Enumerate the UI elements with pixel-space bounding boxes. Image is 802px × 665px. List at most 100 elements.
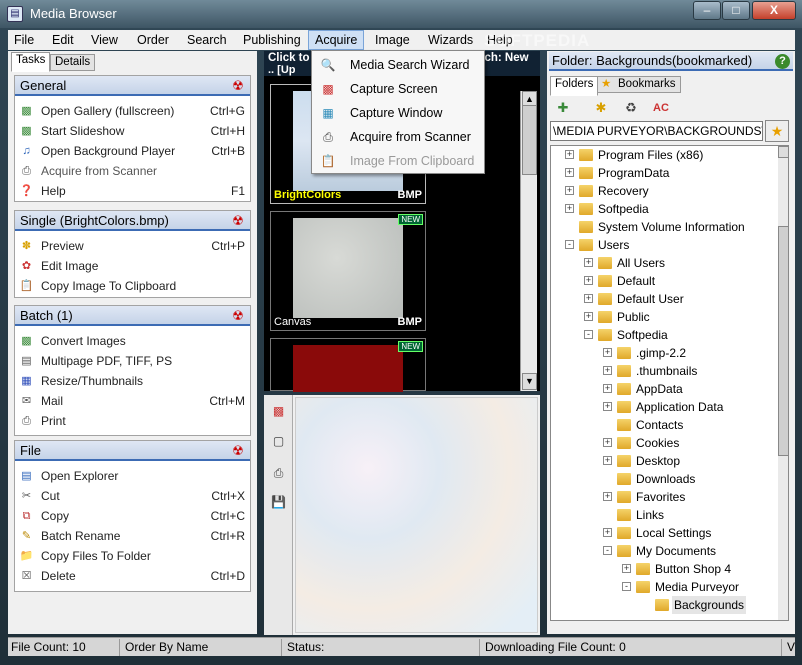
status-text: Status: bbox=[284, 639, 480, 656]
close-button[interactable]: X bbox=[752, 1, 796, 20]
expand-toggle[interactable]: - bbox=[622, 582, 631, 591]
menu-search[interactable]: Search bbox=[181, 30, 233, 50]
help-icon[interactable]: ? bbox=[775, 54, 790, 69]
title-bar[interactable]: ▤ Media Browser – □ X bbox=[0, 0, 802, 28]
expand-toggle[interactable]: + bbox=[603, 348, 612, 357]
expand-toggle[interactable]: + bbox=[584, 258, 593, 267]
copy-item[interactable]: ⧉ Copy Ctrl+C bbox=[19, 506, 247, 526]
expand-toggle[interactable]: - bbox=[584, 330, 593, 339]
mail-item[interactable]: ✉ Mail Ctrl+M bbox=[19, 391, 247, 411]
expand-toggle[interactable]: + bbox=[603, 402, 612, 411]
open-explorer-item[interactable]: ▤ Open Explorer bbox=[19, 466, 247, 486]
tab-tasks[interactable]: Tasks bbox=[11, 52, 51, 72]
expand-toggle[interactable]: + bbox=[565, 150, 574, 159]
resize-thumbnails-item[interactable]: ▦ Resize/Thumbnails bbox=[19, 371, 247, 391]
tree-node-label: All Users bbox=[617, 256, 666, 270]
collapse-icon[interactable]: ☢ bbox=[230, 443, 246, 459]
expand-toggle[interactable]: + bbox=[603, 456, 612, 465]
expand-toggle[interactable]: + bbox=[565, 168, 574, 177]
capture-screen-item[interactable]: ▩ Capture Screen bbox=[312, 77, 484, 101]
copy-to-folder-item[interactable]: 📁 Copy Files To Folder bbox=[19, 546, 247, 566]
app-icon[interactable]: ▤ bbox=[7, 6, 23, 22]
scroll-thumb[interactable] bbox=[522, 105, 537, 175]
group-title[interactable]: Single (BrightColors.bmp) bbox=[15, 211, 250, 231]
thumbnail-red[interactable]: NEW bbox=[270, 338, 426, 392]
collapse-icon[interactable]: ☢ bbox=[230, 308, 246, 324]
expand-toggle[interactable]: + bbox=[603, 528, 612, 537]
delete-item[interactable]: ☒ Delete Ctrl+D bbox=[19, 566, 247, 586]
group-title[interactable]: File bbox=[15, 441, 250, 461]
thumbnail-canvas[interactable]: NEW Canvas BMP bbox=[270, 211, 426, 331]
tab-details[interactable]: Details bbox=[50, 54, 96, 71]
open-gallery-item[interactable]: ▩ Open Gallery (fullscreen) Ctrl+G bbox=[19, 101, 247, 121]
expand-toggle[interactable]: + bbox=[584, 276, 593, 285]
batch-rename-item[interactable]: ✎ Batch Rename Ctrl+R bbox=[19, 526, 247, 546]
thumbnail-scrollbar[interactable]: ▲ ▼ bbox=[520, 91, 537, 391]
image-preview[interactable] bbox=[295, 397, 538, 633]
tab-bookmarks[interactable]: ★ Bookmarks bbox=[597, 76, 681, 93]
maximize-button[interactable]: □ bbox=[722, 1, 750, 20]
menu-edit[interactable]: Edit bbox=[46, 30, 80, 50]
collapse-icon[interactable]: ☢ bbox=[230, 213, 246, 229]
menu-image[interactable]: Image bbox=[369, 30, 416, 50]
menu-view[interactable]: View bbox=[85, 30, 124, 50]
menu-wizards[interactable]: Wizards bbox=[422, 30, 479, 50]
tab-folders[interactable]: Folders bbox=[550, 76, 599, 96]
expand-toggle[interactable]: + bbox=[603, 366, 612, 375]
multipage-item[interactable]: ▤ Multipage PDF, TIFF, PS bbox=[19, 351, 247, 371]
scroll-up-button[interactable] bbox=[778, 146, 788, 158]
background-player-item[interactable]: ♫ Open Background Player Ctrl+B bbox=[19, 141, 247, 161]
tree-node-label: Cookies bbox=[636, 436, 680, 450]
capture-window-item[interactable]: ▦ Capture Window bbox=[312, 101, 484, 125]
preview-item[interactable]: ✽ Preview Ctrl+P bbox=[19, 236, 247, 256]
copy-image-clipboard-item[interactable]: 📋 Copy Image To Clipboard bbox=[19, 276, 247, 296]
start-slideshow-item[interactable]: ▩ Start Slideshow Ctrl+H bbox=[19, 121, 247, 141]
menu-order[interactable]: Order bbox=[131, 30, 175, 50]
group-title[interactable]: General bbox=[15, 76, 250, 96]
save-icon[interactable]: 💾 bbox=[270, 494, 287, 511]
expand-toggle[interactable]: - bbox=[565, 240, 574, 249]
collapse-icon[interactable]: ☢ bbox=[230, 78, 246, 94]
expand-toggle[interactable]: + bbox=[565, 204, 574, 213]
folder-icon bbox=[617, 347, 631, 359]
expand-toggle[interactable]: + bbox=[584, 294, 593, 303]
acquire-scanner-item[interactable]: ⎙ Acquire from Scanner bbox=[312, 125, 484, 149]
tree-node-label: Application Data bbox=[636, 400, 724, 414]
edit-image-item[interactable]: ✿ Edit Image bbox=[19, 256, 247, 276]
tree-node-label: .gimp-2.2 bbox=[636, 346, 687, 360]
scroll-thumb[interactable] bbox=[778, 226, 788, 456]
expand-toggle[interactable]: + bbox=[565, 186, 574, 195]
tree-node-label: My Documents bbox=[636, 544, 717, 558]
cut-item[interactable]: ✂ Cut Ctrl+X bbox=[19, 486, 247, 506]
minimize-button[interactable]: – bbox=[693, 1, 721, 20]
print-item[interactable]: ⎙ Print bbox=[19, 411, 247, 431]
help-item[interactable]: ❓ Help F1 bbox=[19, 181, 247, 201]
recycle-icon[interactable]: ♻ bbox=[621, 98, 641, 118]
acquire-scanner-item[interactable]: ⎙ Acquire from Scanner bbox=[19, 161, 247, 181]
expand-toggle[interactable]: + bbox=[603, 492, 612, 501]
convert-icon: ▩ bbox=[21, 335, 32, 347]
expand-toggle[interactable]: + bbox=[603, 438, 612, 447]
folder-icon bbox=[598, 329, 612, 341]
preview-toolbar: ▩ ▢ ⎙ 💾 bbox=[264, 395, 293, 635]
expand-toggle[interactable]: + bbox=[622, 564, 631, 573]
expand-toggle[interactable]: - bbox=[603, 546, 612, 555]
scroll-down-button[interactable]: ▼ bbox=[522, 373, 537, 390]
rename-abc-icon[interactable]: AC bbox=[651, 98, 671, 118]
printer-icon[interactable]: ⎙ bbox=[270, 465, 287, 482]
menu-file[interactable]: File bbox=[8, 30, 40, 50]
expand-toggle[interactable]: + bbox=[603, 384, 612, 393]
fit-frame-icon[interactable]: ▢ bbox=[270, 433, 287, 450]
media-search-wizard-item[interactable]: 🔍 Media Search Wizard bbox=[312, 53, 484, 77]
folder-star-icon[interactable]: ✱ bbox=[591, 98, 611, 118]
color-image-icon[interactable]: ▩ bbox=[270, 403, 287, 420]
new-folder-icon[interactable]: ✚ bbox=[553, 98, 573, 118]
convert-images-item[interactable]: ▩ Convert Images bbox=[19, 331, 247, 351]
group-title[interactable]: Batch (1) bbox=[15, 306, 250, 326]
tree-scrollbar[interactable] bbox=[778, 146, 788, 620]
folder-path-input[interactable]: \MEDIA PURVEYOR\BACKGROUNDS\ bbox=[550, 121, 763, 141]
bookmark-star-button[interactable]: ★ bbox=[765, 120, 789, 142]
menu-publishing[interactable]: Publishing bbox=[237, 30, 307, 50]
menu-acquire[interactable]: Acquire bbox=[308, 30, 365, 50]
expand-toggle[interactable]: + bbox=[584, 312, 593, 321]
